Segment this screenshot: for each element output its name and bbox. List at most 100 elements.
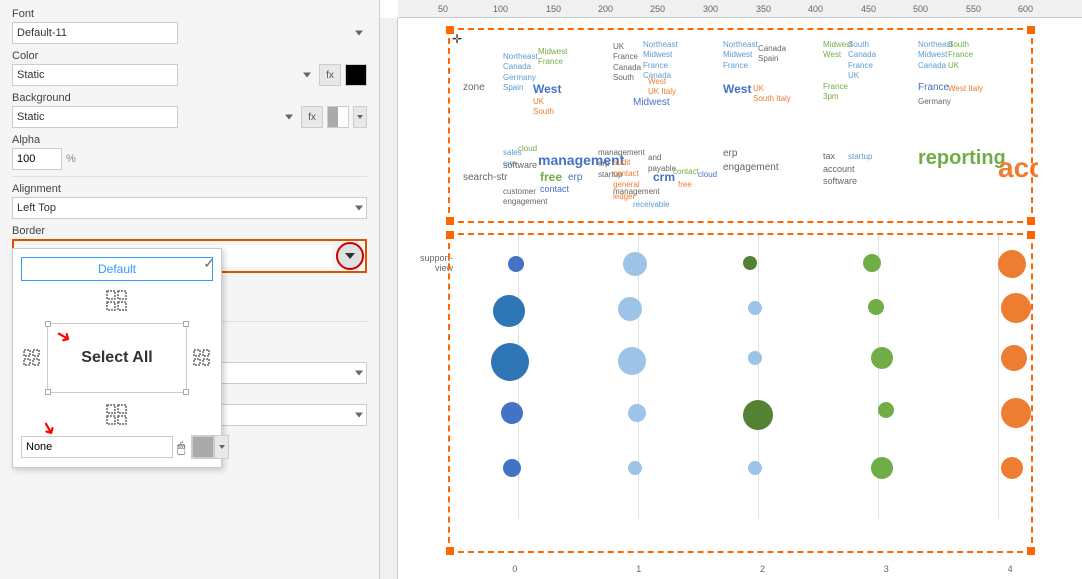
bubble-r2-0 xyxy=(493,295,525,327)
word-col-3: NortheastMidwestFrance xyxy=(723,40,758,71)
alignment-label: Alignment xyxy=(12,183,367,195)
x-label-2: 2 xyxy=(760,564,765,574)
background-swatch[interactable] xyxy=(327,106,349,128)
bubble-r4-2 xyxy=(743,400,773,430)
word-col-3b: CanadaSpain xyxy=(758,44,786,65)
popup-bottom-row: ➜ 🖱 xyxy=(21,435,213,459)
alpha-input[interactable] xyxy=(12,148,62,170)
word-west-5: West Italy xyxy=(948,84,983,93)
ruler-label-150: 150 xyxy=(546,4,561,14)
corner-bl xyxy=(45,389,51,395)
word-france-5: France xyxy=(918,82,949,93)
bubble-sv-0 xyxy=(508,256,524,272)
font-label: Font xyxy=(12,8,367,20)
bubble-r4-1 xyxy=(628,404,646,422)
ruler-label-600: 600 xyxy=(1018,4,1033,14)
search-free-2: free xyxy=(678,180,692,189)
left-grid-icon[interactable] xyxy=(21,347,43,369)
zone-label: zone xyxy=(463,82,485,93)
bubble-r3-2 xyxy=(748,351,762,365)
bubble-r4-0 xyxy=(501,402,523,424)
select-all-area[interactable]: ➜ Select All xyxy=(47,323,187,393)
ruler-left xyxy=(380,18,398,579)
handle-br[interactable] xyxy=(1027,217,1035,225)
move-cursor-icon: ✛ xyxy=(452,32,462,46)
handle-bl[interactable] xyxy=(446,217,454,225)
ruler-label-100: 100 xyxy=(493,4,508,14)
background-type-input[interactable] xyxy=(12,106,178,128)
right-grid-icon[interactable] xyxy=(191,347,213,369)
bubble-sv-1 xyxy=(623,252,647,276)
search-reporting: reporting xyxy=(918,147,1006,170)
ruler-label-50: 50 xyxy=(438,4,448,14)
word-uk-3: UKSouth Italy xyxy=(753,84,791,105)
x-label-4: 4 xyxy=(1008,564,1013,574)
bubble-r4-4 xyxy=(1001,398,1031,428)
word-midwest-2: Midwest xyxy=(633,97,670,108)
background-type-wrapper xyxy=(12,106,297,128)
popup-checkmark-icon: ✓ xyxy=(203,255,215,272)
background-label: Background xyxy=(12,92,367,104)
color-type-input[interactable] xyxy=(12,64,178,86)
corner-tl xyxy=(45,321,51,327)
none-color-swatch[interactable] xyxy=(192,436,214,458)
bubble-r5-0 xyxy=(503,459,521,477)
color-swatch[interactable] xyxy=(345,64,367,86)
x-label-1: 1 xyxy=(636,564,641,574)
search-contact-2: contact xyxy=(673,167,699,176)
word-midwest: MidwestFrance xyxy=(538,47,567,68)
red-arrow-top-icon: ➜ xyxy=(52,324,76,350)
ruler-label-200: 200 xyxy=(598,4,613,14)
bubble-sv-4 xyxy=(998,250,1026,278)
alignment-group: Alignment xyxy=(12,183,367,219)
bubble-r3-3 xyxy=(871,347,893,369)
default-button[interactable]: Default xyxy=(21,257,213,281)
bubble-sv-3 xyxy=(863,254,881,272)
ruler-label-350: 350 xyxy=(756,4,771,14)
ruler-label-450: 450 xyxy=(861,4,876,14)
background-dropdown-arrow-icon xyxy=(285,115,293,120)
word-west: West xyxy=(533,82,561,96)
select-all-label: Select All xyxy=(81,349,152,367)
search-contact: contact xyxy=(540,184,569,194)
bubble-r5-2 xyxy=(748,461,762,475)
word-col-4b: SouthCanadaFranceUK xyxy=(848,40,876,82)
word-col-5b: SouthFranceUK xyxy=(948,40,973,71)
ruler-label-500: 500 xyxy=(913,4,928,14)
search-software: software xyxy=(503,160,537,170)
bubble-r4-3 xyxy=(878,402,894,418)
border-label: Border xyxy=(12,225,367,237)
corner-br xyxy=(183,389,189,395)
grid-top-icon[interactable] xyxy=(103,287,131,315)
font-dropdown-arrow-icon xyxy=(355,31,363,36)
search-free: free xyxy=(540,170,562,184)
left-panel: Font Color fx Background fx xyxy=(0,0,380,579)
ruler-label-250: 250 xyxy=(650,4,665,14)
bubble-sv-2 xyxy=(743,256,757,270)
ruler-label-300: 300 xyxy=(703,4,718,14)
bubble-r3-1 xyxy=(618,347,646,375)
chart-area: 50 100 150 200 250 300 350 400 450 500 5… xyxy=(380,0,1082,579)
x-label-0: 0 xyxy=(512,564,517,574)
y-label-support-view: support-view xyxy=(403,253,453,273)
background-arrow-btn[interactable] xyxy=(353,106,367,128)
color-group: Color fx xyxy=(12,50,367,86)
font-input[interactable] xyxy=(12,22,178,44)
bubble-r2-3 xyxy=(868,299,884,315)
background-group: Background fx xyxy=(12,92,367,128)
background-formula-icon[interactable]: fx xyxy=(301,106,323,128)
color-formula-icon[interactable]: fx xyxy=(319,64,341,86)
search-crm: crm xyxy=(653,170,675,184)
percent-label: % xyxy=(66,153,76,165)
alignment-input[interactable] xyxy=(12,197,367,219)
grid-bottom-icon[interactable] xyxy=(103,401,131,429)
word-west-2: WestUK Italy xyxy=(648,77,676,98)
corner-tr xyxy=(183,321,189,327)
search-account: accoun.. xyxy=(998,152,1038,184)
border-dropdown-btn[interactable] xyxy=(336,242,364,270)
row-2 xyxy=(453,293,1072,333)
border-dropdown-popup: ✓ Default xyxy=(12,248,222,468)
divider-1 xyxy=(12,176,367,177)
none-color-arrow[interactable] xyxy=(214,436,228,458)
word-col-2b: NortheastMidwestFranceCanada xyxy=(643,40,678,82)
